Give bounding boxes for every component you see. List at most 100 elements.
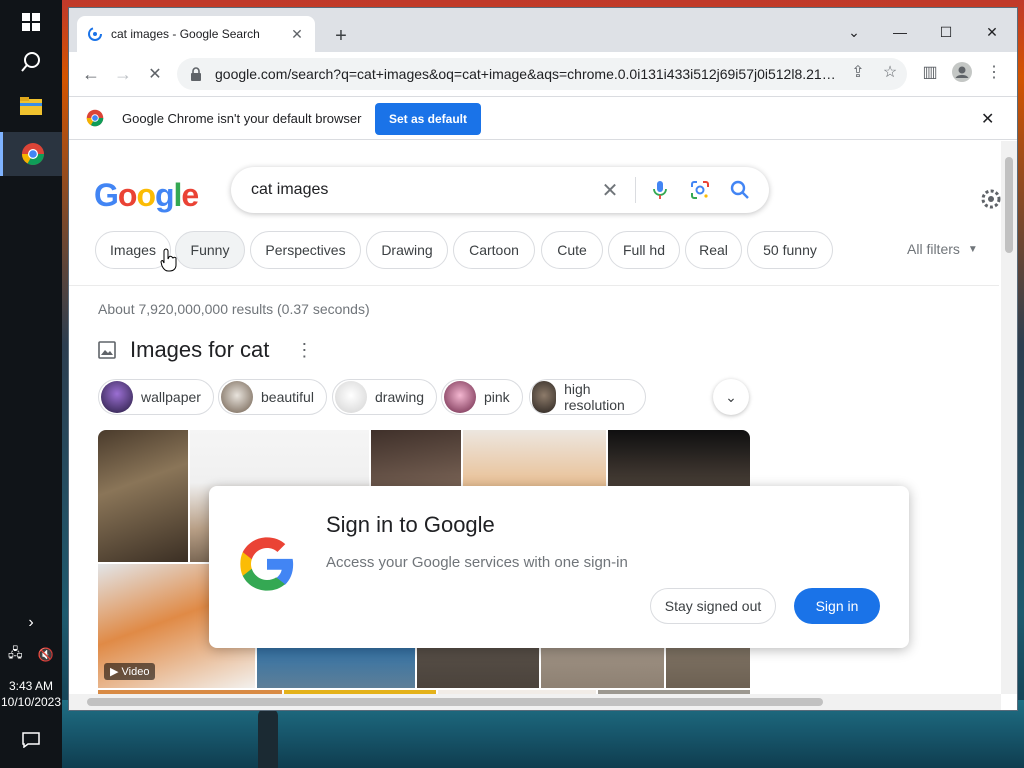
folder-icon <box>20 97 42 115</box>
vertical-scrollbar[interactable] <box>1001 141 1017 694</box>
tab-search-button[interactable]: ⌄ <box>831 16 877 48</box>
chip-full-hd[interactable]: Full hd <box>608 231 680 269</box>
chevron-down-icon: ⌄ <box>848 23 860 40</box>
wallpaper-sea <box>0 700 1024 768</box>
chip-thumbnail <box>221 381 253 413</box>
infobar-close-icon[interactable]: ✕ <box>981 109 994 129</box>
image-icon <box>98 341 116 359</box>
new-tab-button[interactable]: + <box>327 22 355 50</box>
refine-label: beautiful <box>261 389 314 405</box>
google-logo[interactable]: Google <box>94 177 199 214</box>
volume-muted-icon[interactable]: 🔇 <box>38 647 54 663</box>
refine-label: pink <box>484 389 510 405</box>
chip-drawing[interactable]: Drawing <box>366 231 448 269</box>
close-icon: ✕ <box>148 66 162 83</box>
windows-start-icon <box>22 13 40 31</box>
chip-real[interactable]: Real <box>685 231 742 269</box>
chip-funny[interactable]: Funny <box>175 231 245 269</box>
caret-down-icon: ▼ <box>967 243 978 255</box>
more-vert-icon[interactable]: ⋮ <box>295 340 313 361</box>
maximize-icon: ☐ <box>939 23 953 40</box>
chip-perspectives[interactable]: Perspectives <box>250 231 361 269</box>
google-logo-letter: o <box>136 177 156 213</box>
arrow-left-icon: ← <box>82 63 100 84</box>
minimize-button[interactable]: — <box>877 16 923 48</box>
taskbar-file-explorer[interactable] <box>0 84 62 128</box>
chevron-right-icon: › <box>28 614 34 631</box>
tab-close-icon[interactable]: ✕ <box>289 26 305 43</box>
refine-chip-beautiful[interactable]: beautiful <box>218 379 327 415</box>
stay-signed-out-button[interactable]: Stay signed out <box>650 588 776 624</box>
plus-icon: + <box>335 24 347 47</box>
microphone-icon[interactable] <box>649 179 671 201</box>
image-result[interactable] <box>98 430 188 562</box>
chip-cartoon[interactable]: Cartoon <box>453 231 535 269</box>
search-icon[interactable] <box>729 179 751 201</box>
wallpaper-figure <box>258 708 278 768</box>
sign-in-button[interactable]: Sign in <box>794 588 880 624</box>
taskbar-chrome[interactable] <box>0 132 62 176</box>
clock-date: 10/10/2023 <box>0 695 62 709</box>
sign-in-subtitle: Access your Google services with one sig… <box>326 554 628 571</box>
chip-50-funny[interactable]: 50 funny <box>747 231 833 269</box>
avatar-icon <box>952 62 972 82</box>
taskbar: › 🖧 🔇 3:43 AM 10/10/2023 <box>0 0 62 768</box>
chip-thumbnail <box>335 381 367 413</box>
side-panel-button[interactable]: ▥ <box>919 61 941 83</box>
menu-button[interactable]: ⋮ <box>983 61 1005 83</box>
taskbar-search-button[interactable] <box>0 40 62 84</box>
close-window-button[interactable]: ✕ <box>969 16 1015 48</box>
google-logo-letter: g <box>154 177 175 213</box>
gear-icon[interactable] <box>979 187 1001 211</box>
refine-label: high resolution <box>564 381 625 413</box>
profile-button[interactable] <box>951 61 973 83</box>
chrome-icon <box>21 143 44 165</box>
forward-button[interactable]: → <box>109 60 137 88</box>
more-vert-icon: ⋮ <box>986 64 1002 81</box>
clear-search-icon[interactable]: ✕ <box>599 179 621 202</box>
share-button[interactable]: ⇪ <box>847 61 869 83</box>
all-filters-button[interactable]: All filters ▼ <box>907 241 978 257</box>
maximize-button[interactable]: ☐ <box>923 16 969 48</box>
notifications-button[interactable] <box>0 718 62 762</box>
chip-thumbnail <box>532 381 557 413</box>
address-bar[interactable]: google.com/search?q=cat+images&oq=cat+im… <box>177 58 907 90</box>
sign-in-dialog: Sign in to Google Access your Google ser… <box>209 486 909 648</box>
horizontal-scrollbar[interactable] <box>69 694 1001 710</box>
default-browser-infobar: Google Chrome isn't your default browser… <box>69 96 1017 140</box>
refine-chip-drawing[interactable]: drawing <box>332 379 438 415</box>
bookmark-button[interactable]: ☆ <box>879 61 901 83</box>
google-lens-icon[interactable] <box>689 179 711 201</box>
horizontal-scroll-thumb[interactable] <box>87 698 823 706</box>
share-icon: ⇪ <box>851 64 865 81</box>
google-logo-letter: G <box>94 177 119 213</box>
start-button[interactable] <box>0 0 62 44</box>
loading-favicon-icon <box>88 27 102 41</box>
network-icon[interactable]: 🖧 <box>8 644 23 666</box>
refine-chip-high-resolution[interactable]: high resolution <box>529 379 646 415</box>
expand-chips-button[interactable]: ⌄ <box>713 379 749 415</box>
minimize-icon: — <box>893 24 907 40</box>
video-badge: ▶ Video <box>104 663 156 680</box>
images-heading: Images for cat <box>130 337 270 362</box>
refine-label: drawing <box>375 389 425 405</box>
browser-toolbar: ← → ✕ google.com/search?q=cat+images&oq=… <box>69 52 1017 96</box>
google-logo-letter: o <box>117 177 138 213</box>
system-tray: 🖧 🔇 <box>8 644 54 666</box>
side-panel-icon: ▥ <box>922 64 938 81</box>
refine-chip-pink[interactable]: pink <box>441 379 523 415</box>
show-hidden-icons[interactable]: › <box>0 608 62 638</box>
chip-cute[interactable]: Cute <box>541 231 603 269</box>
back-button[interactable]: ← <box>77 60 105 88</box>
sign-in-title: Sign in to Google <box>326 512 495 537</box>
stop-button[interactable]: ✕ <box>141 60 169 88</box>
vertical-scroll-thumb[interactable] <box>1005 157 1013 253</box>
set-as-default-button[interactable]: Set as default <box>375 103 481 135</box>
taskbar-clock[interactable]: 3:43 AM 10/10/2023 <box>0 678 62 710</box>
refine-chip-wallpaper[interactable]: wallpaper <box>98 379 214 415</box>
hand-cursor-icon <box>160 248 177 272</box>
infobar-message: Google Chrome isn't your default browser <box>122 111 362 126</box>
lock-icon <box>191 67 201 81</box>
video-label: Video <box>121 666 150 678</box>
active-tab[interactable]: cat images - Google Search ✕ <box>77 16 315 52</box>
